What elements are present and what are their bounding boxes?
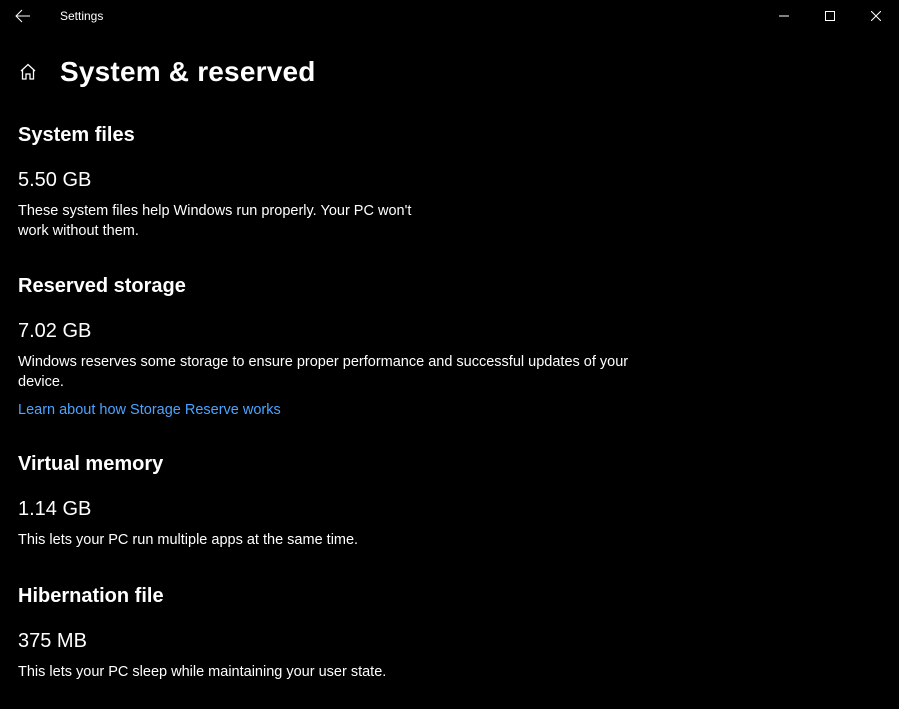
minimize-icon [779, 11, 789, 21]
hibernation-file-heading: Hibernation file [18, 585, 668, 608]
maximize-icon [825, 11, 835, 21]
window-controls [761, 0, 899, 32]
home-button[interactable] [18, 62, 38, 82]
reserved-storage-value: 7.02 GB [18, 320, 668, 343]
close-button[interactable] [853, 0, 899, 32]
section-hibernation-file: Hibernation file 375 MB This lets your P… [18, 585, 668, 683]
close-icon [871, 11, 881, 21]
titlebar: Settings [0, 0, 899, 32]
home-icon [19, 63, 37, 81]
system-files-heading: System files [18, 124, 668, 147]
back-arrow-icon [15, 8, 31, 24]
minimize-button[interactable] [761, 0, 807, 32]
maximize-button[interactable] [807, 0, 853, 32]
reserved-storage-description: Windows reserves some storage to ensure … [18, 353, 668, 392]
page-title: System & reserved [60, 56, 316, 88]
section-system-files: System files 5.50 GB These system files … [18, 124, 668, 241]
virtual-memory-heading: Virtual memory [18, 453, 668, 476]
titlebar-left: Settings [8, 1, 761, 31]
storage-reserve-learn-link[interactable]: Learn about how Storage Reserve works [18, 402, 281, 418]
system-files-description: These system files help Windows run prop… [18, 202, 438, 241]
virtual-memory-value: 1.14 GB [18, 498, 668, 521]
back-button[interactable] [8, 1, 38, 31]
section-virtual-memory: Virtual memory 1.14 GB This lets your PC… [18, 453, 668, 551]
content-area: System & reserved System files 5.50 GB T… [0, 32, 899, 682]
hibernation-file-description: This lets your PC sleep while maintainin… [18, 663, 668, 683]
section-reserved-storage: Reserved storage 7.02 GB Windows reserve… [18, 275, 668, 419]
window-title: Settings [60, 9, 103, 23]
system-files-value: 5.50 GB [18, 169, 668, 192]
virtual-memory-description: This lets your PC run multiple apps at t… [18, 531, 668, 551]
reserved-storage-heading: Reserved storage [18, 275, 668, 298]
hibernation-file-value: 375 MB [18, 630, 668, 653]
page-header: System & reserved [18, 56, 881, 88]
